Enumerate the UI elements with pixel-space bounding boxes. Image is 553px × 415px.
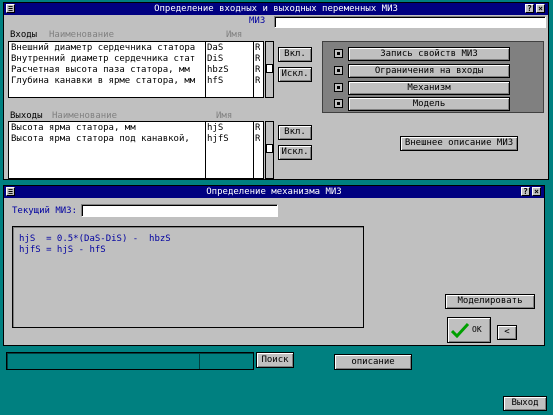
main-window: Определение входных и выходных переменны…: [3, 2, 549, 180]
outputs-list[interactable]: Высота ярма статора, мм hjS R Высота ярм…: [8, 121, 264, 179]
list-item-input-flag: R: [255, 76, 261, 86]
external-description-button[interactable]: Внешнее описание МИЗ: [400, 136, 518, 151]
list-item-output-flag: R: [255, 134, 261, 144]
checkmark-icon: [451, 322, 469, 338]
outputs-id-header: Имя: [216, 111, 233, 121]
include-outputs-button[interactable]: Вкл.: [278, 125, 312, 140]
include-inputs-button[interactable]: Вкл.: [278, 47, 312, 62]
list-item-output-flag: R: [255, 123, 261, 133]
ok-label: OK: [472, 325, 482, 334]
system-menu-icon[interactable]: ≡: [6, 4, 15, 13]
miz-name-field[interactable]: [274, 16, 546, 28]
model-button[interactable]: Модель: [348, 97, 510, 111]
ok-button[interactable]: OK: [447, 317, 491, 343]
list-item-output-id[interactable]: hjS: [207, 123, 223, 134]
main-title-bar: Определение входных и выходных переменны…: [4, 3, 548, 15]
mechanism-title-bar: Определение механизма МИЗ: [4, 186, 544, 198]
inputs-name-header: Наименование: [49, 30, 115, 40]
mechanism-bullet-icon: [334, 83, 343, 92]
input-constraints-bullet-icon: [334, 66, 343, 75]
list-item-input-flag: R: [255, 54, 261, 64]
current-miz-field[interactable]: [81, 204, 278, 217]
exclude-inputs-button[interactable]: Искл.: [278, 67, 312, 82]
list-item-input-name[interactable]: Внутренний диаметр сердечника стат: [11, 54, 204, 65]
exclude-outputs-button[interactable]: Искл.: [278, 145, 312, 160]
list-item-output-name[interactable]: Высота ярма статора, мм: [11, 123, 204, 134]
model-bullet-icon: [334, 99, 343, 108]
outputs-label: Выходы: [10, 111, 43, 121]
code-editor[interactable]: hjS = 0.5*(DaS-DiS) - hbzS hjfS = hjS - …: [12, 226, 364, 328]
inputs-scrollbar[interactable]: [265, 41, 274, 98]
mechanism-window-title: Определение механизма МИЗ: [206, 187, 342, 197]
list-item-input-id[interactable]: hbzS: [207, 65, 229, 76]
inputs-label: Входы: [10, 30, 38, 40]
outputs-scroll-thumb[interactable]: [266, 144, 273, 153]
list-item-input-id[interactable]: DaS: [207, 43, 223, 54]
list-item-input-id[interactable]: DiS: [207, 54, 223, 65]
exit-button[interactable]: Выход: [503, 396, 547, 411]
inputs-list[interactable]: Внешний диаметр сердечника статора DaS R…: [8, 41, 264, 98]
list-item-output-id[interactable]: hjfS: [207, 134, 229, 145]
input-constraints-button[interactable]: Ограничения на входы: [348, 64, 510, 78]
outputs-name-header: Наименование: [52, 111, 118, 121]
help-icon[interactable]: ?: [521, 187, 530, 196]
description-button[interactable]: описание: [334, 354, 412, 370]
outputs-scrollbar[interactable]: [265, 121, 274, 179]
list-item-input-name[interactable]: Глубина канавки в ярме статора, мм: [11, 76, 204, 87]
list-item-input-name[interactable]: Расчетная высота паза статора, мм: [11, 65, 204, 76]
miz-label: МИЗ: [249, 16, 266, 26]
record-properties-button[interactable]: Запись свойств МИЗ: [348, 47, 510, 61]
code-line: hjfS = hjS - hfS: [19, 245, 106, 255]
list-item-input-name[interactable]: Внешний диаметр сердечника статора: [11, 43, 204, 54]
simulate-button[interactable]: Моделировать: [445, 294, 535, 309]
mechanism-button[interactable]: Механизм: [348, 81, 510, 95]
record-properties-bullet-icon: [334, 49, 343, 58]
main-window-title: Определение входных и выходных переменны…: [154, 4, 398, 14]
inputs-scroll-thumb[interactable]: [266, 64, 273, 73]
list-item-input-flag: R: [255, 43, 261, 53]
system-menu-icon[interactable]: ≡: [6, 187, 15, 196]
search-field[interactable]: [6, 352, 254, 370]
mechanism-window: Определение механизма МИЗ ≡ ? × Текущий …: [3, 185, 545, 346]
list-item-input-id[interactable]: hfS: [207, 76, 223, 87]
current-miz-label: Текущий МИЗ:: [12, 206, 78, 216]
close-icon[interactable]: ×: [532, 187, 541, 196]
inputs-id-header: Имя: [226, 30, 243, 40]
list-item-input-flag: R: [255, 65, 261, 75]
help-icon[interactable]: ?: [525, 4, 534, 13]
back-button[interactable]: <: [497, 325, 517, 340]
code-line: hjS = 0.5*(DaS-DiS) - hbzS: [19, 234, 171, 244]
close-icon[interactable]: ×: [536, 4, 545, 13]
search-button[interactable]: Поиск: [256, 352, 294, 368]
list-item-output-name[interactable]: Высота ярма статора под канавкой,: [11, 134, 204, 145]
